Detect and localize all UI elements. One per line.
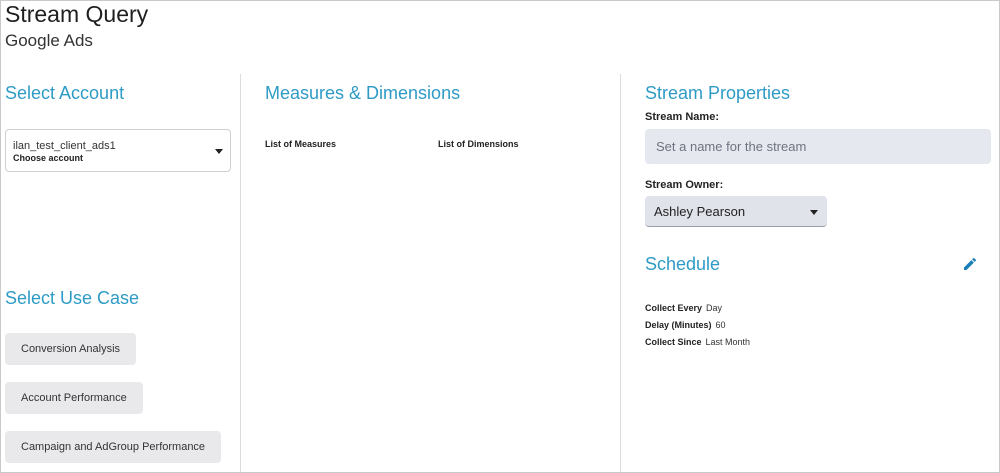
stream-owner-select[interactable]: Ashley Pearson bbox=[645, 196, 827, 227]
use-case-conversion-analysis-button[interactable]: Conversion Analysis bbox=[5, 333, 137, 365]
select-account-title: Select Account bbox=[5, 83, 125, 103]
schedule-row-delay: Delay (Minutes) 60 bbox=[645, 320, 726, 330]
schedule-key: Collect Every bbox=[645, 303, 703, 313]
page-subtitle: Google Ads bbox=[5, 31, 93, 50]
page-frame: Stream Query Google Ads Select Account i… bbox=[0, 0, 1000, 473]
account-helper-text: Choose account bbox=[13, 153, 84, 163]
stream-name-label: Stream Name: bbox=[645, 111, 719, 123]
account-selected-value: ilan_test_client_ads1 bbox=[13, 140, 116, 152]
schedule-key: Collect Since bbox=[645, 337, 702, 347]
column-divider-right bbox=[620, 74, 621, 472]
select-use-case-title: Select Use Case bbox=[5, 288, 140, 308]
chevron-down-icon bbox=[810, 210, 818, 215]
chevron-down-icon bbox=[215, 149, 223, 154]
use-case-account-performance-button[interactable]: Account Performance bbox=[5, 382, 143, 414]
page-title: Stream Query bbox=[5, 1, 149, 27]
list-of-dimensions-label: List of Dimensions bbox=[438, 139, 519, 149]
schedule-key: Delay (Minutes) bbox=[645, 320, 712, 330]
stream-owner-value: Ashley Pearson bbox=[654, 204, 746, 219]
schedule-value: Day bbox=[706, 303, 723, 313]
use-case-campaign-adgroup-button[interactable]: Campaign and AdGroup Performance bbox=[5, 431, 222, 463]
stream-name-input[interactable] bbox=[645, 129, 991, 164]
stream-owner-label: Stream Owner: bbox=[645, 179, 724, 191]
pencil-icon[interactable] bbox=[962, 256, 978, 272]
schedule-row-collect-since: Collect Since Last Month bbox=[645, 337, 750, 347]
measures-dimensions-title: Measures & Dimensions bbox=[265, 83, 461, 103]
list-of-measures-label: List of Measures bbox=[265, 139, 337, 149]
stream-properties-title: Stream Properties bbox=[645, 83, 791, 103]
schedule-row-collect-every: Collect Every Day bbox=[645, 303, 722, 313]
account-select[interactable]: ilan_test_client_ads1 Choose account bbox=[5, 129, 231, 172]
schedule-value: Last Month bbox=[705, 337, 751, 347]
column-divider-left bbox=[240, 74, 241, 472]
schedule-value: 60 bbox=[715, 320, 726, 330]
schedule-title: Schedule bbox=[645, 254, 721, 274]
